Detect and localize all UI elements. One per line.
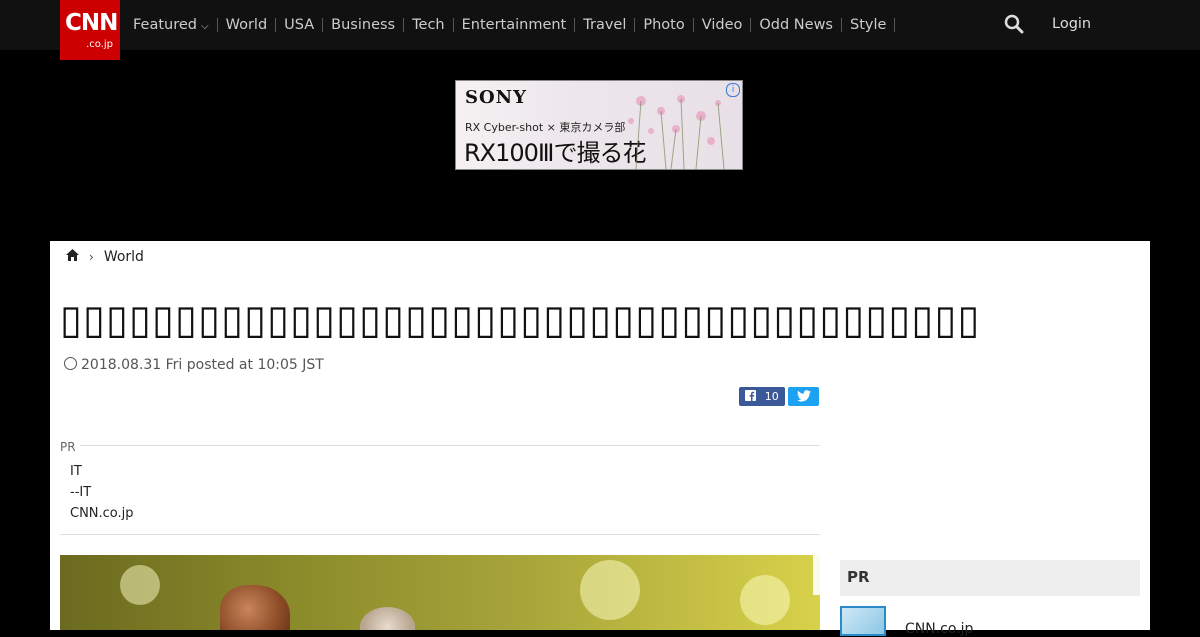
nav-item-photo[interactable]: Photo xyxy=(635,18,694,32)
ad-info-icon[interactable]: i xyxy=(726,83,740,97)
nav-item-odd-news[interactable]: Odd News xyxy=(751,18,842,32)
sidebar-pr-title: PR xyxy=(847,568,870,586)
nav-item-featured[interactable]: Featured ⌵ xyxy=(125,18,218,32)
pr-label: PR xyxy=(60,440,76,454)
nav-item-tech[interactable]: Tech xyxy=(404,18,454,32)
nav-item-usa[interactable]: USA xyxy=(276,18,324,32)
photo-subject xyxy=(220,585,290,630)
chevron-right-icon: › xyxy=(89,250,94,264)
nav-item-travel[interactable]: Travel xyxy=(575,18,636,32)
nav-item-world[interactable]: World xyxy=(218,18,277,32)
bokeh xyxy=(580,560,640,620)
ad-brand: SONY xyxy=(465,87,527,108)
nav-label: Featured xyxy=(133,17,197,33)
facebook-count: 10 xyxy=(764,390,779,403)
nav-item-business[interactable]: Business xyxy=(323,18,405,32)
publish-date: 2018.08.31 Fri posted at 10:05 JST xyxy=(64,356,324,373)
ad-headline: RX100Ⅲで撮る花 xyxy=(464,139,646,167)
breadcrumb-world[interactable]: World xyxy=(104,249,144,265)
article-container: › World ▯▯▯▯▯▯▯▯▯▯▯▯▯▯▯▯▯▯▯▯▯▯▯▯▯▯▯▯▯▯▯▯… xyxy=(50,241,1150,637)
photo-subject-secondary xyxy=(360,607,415,630)
search-icon[interactable] xyxy=(1004,14,1026,36)
nav-item-style[interactable]: Style xyxy=(842,18,896,32)
logo-main-text: CNN xyxy=(65,10,118,36)
cnn-logo[interactable]: CNN .co.jp xyxy=(60,0,120,60)
bokeh xyxy=(120,565,160,605)
nav-item-video[interactable]: Video xyxy=(694,18,752,32)
main-nav: Featured ⌵ World USA Business Tech Entert… xyxy=(125,0,896,50)
facebook-icon xyxy=(745,389,757,404)
pr-item[interactable]: --IT xyxy=(70,482,134,503)
twitter-share-button[interactable] xyxy=(788,387,819,406)
share-buttons: 10 xyxy=(739,387,819,406)
twitter-icon xyxy=(796,387,811,406)
banner-ad[interactable]: SONY RX Cyber-shot × 東京カメラ部 RX100Ⅲで撮る花 i xyxy=(455,80,743,170)
top-navigation-bar: CNN .co.jp Featured ⌵ World USA Business … xyxy=(0,0,1200,60)
article-photo xyxy=(60,555,820,630)
pr-bottom-divider xyxy=(60,534,820,535)
photo-credit-strip xyxy=(813,555,820,595)
sidebar-thumbnail[interactable] xyxy=(840,606,886,636)
bokeh xyxy=(740,575,790,625)
clock-icon xyxy=(64,357,77,370)
chevron-down-icon: ⌵ xyxy=(201,21,209,32)
breadcrumb: › World xyxy=(66,249,144,265)
date-text: 2018.08.31 Fri posted at 10:05 JST xyxy=(81,357,324,373)
pr-list: IT --IT CNN.co.jp xyxy=(70,461,134,524)
login-link[interactable]: Login xyxy=(1052,16,1091,32)
facebook-share-button[interactable]: 10 xyxy=(739,387,785,406)
home-icon[interactable] xyxy=(66,249,79,265)
pr-divider xyxy=(80,445,820,446)
article-title: ▯▯▯▯▯▯▯▯▯▯▯▯▯▯▯▯▯▯▯▯▯▯▯▯▯▯▯▯▯▯▯▯▯▯▯▯▯▯▯▯ xyxy=(60,297,981,343)
pr-item[interactable]: IT xyxy=(70,461,134,482)
pr-item[interactable]: CNN.co.jp xyxy=(70,503,134,524)
sidebar-pr-header: PR xyxy=(840,560,1140,596)
sidebar-item-text[interactable]: CNN.co.jp xyxy=(905,621,973,637)
nav-item-entertainment[interactable]: Entertainment xyxy=(454,18,576,32)
logo-sub-text: .co.jp xyxy=(86,39,113,50)
